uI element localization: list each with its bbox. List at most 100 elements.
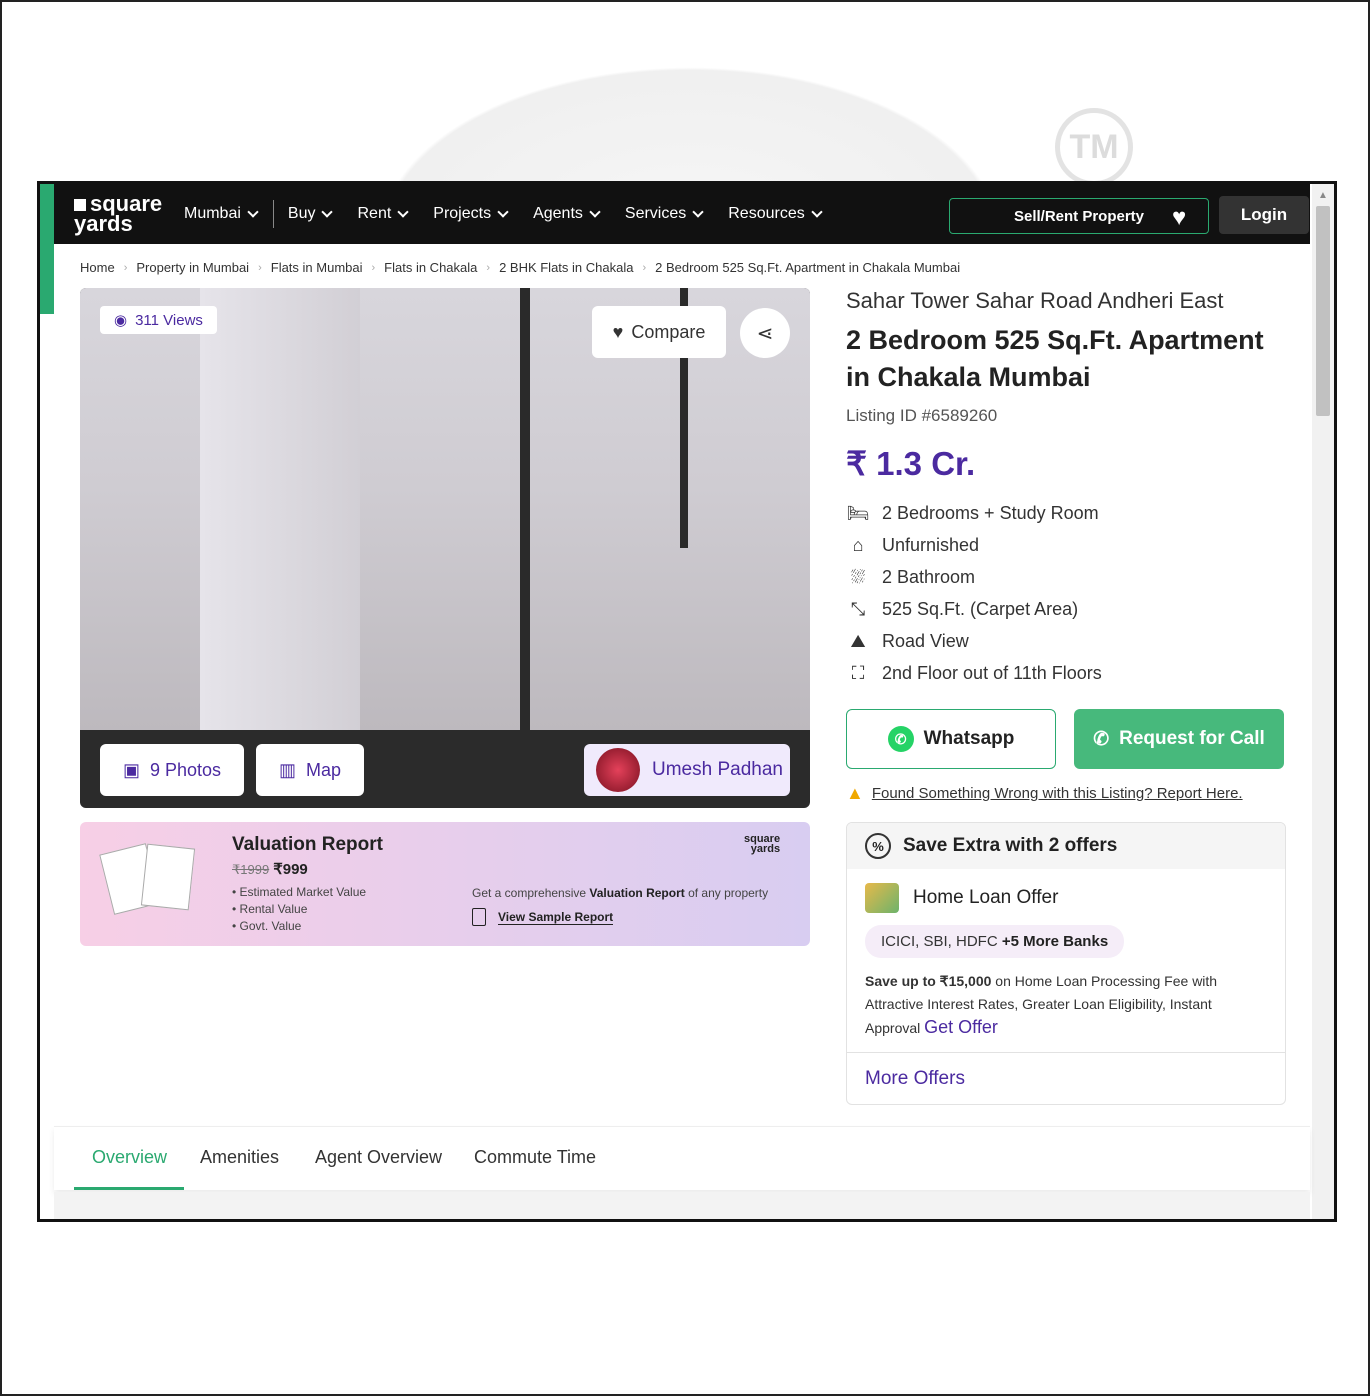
nav-resources[interactable]: Resources <box>728 205 823 223</box>
chevron-right-icon: › <box>258 261 262 274</box>
spec-view: ⛰ Road View <box>846 625 1292 657</box>
file-icon <box>472 908 486 926</box>
view-sample-report-link[interactable]: View Sample Report <box>472 908 614 926</box>
city-selector[interactable]: Mumbai <box>184 205 259 223</box>
views-badge: ◉ 311 Views <box>100 306 217 334</box>
valuation-report-banner[interactable]: Valuation Report ₹1999₹999 Estimated Mar… <box>80 822 810 946</box>
nav-rent[interactable]: Rent <box>357 205 409 223</box>
tab-agent-overview[interactable]: Agent Overview <box>315 1147 442 1168</box>
chevron-down-icon <box>589 206 601 218</box>
property-price: ₹ 1.3 Cr. <box>846 445 976 482</box>
discount-icon: % <box>865 833 891 859</box>
square-yards-mini-logo: square yards <box>744 833 781 855</box>
property-gallery[interactable]: ◉ 311 Views ♥ Compare ⋖ ▣ 9 Photos ▥ Map Ume… <box>80 288 810 808</box>
bathtub-icon: ⛆ <box>850 566 866 587</box>
map-button[interactable]: ▥ Map <box>256 744 364 796</box>
property-location: Sahar Tower Sahar Road Andheri East <box>846 288 1224 313</box>
photos-button[interactable]: ▣ 9 Photos <box>100 744 244 796</box>
photo-wall <box>200 288 360 730</box>
breadcrumb-current: 2 Bedroom 525 Sq.Ft. Apartment in Chakal… <box>655 260 961 275</box>
breadcrumb-property-in-mumbai[interactable]: Property in Mumbai <box>136 260 249 275</box>
chevron-down-icon <box>811 206 823 218</box>
valuation-title: Valuation Report <box>232 834 383 855</box>
sofa-icon: ⌂ <box>852 534 864 555</box>
chevron-down-icon <box>497 206 509 218</box>
nav-agents[interactable]: Agents <box>533 205 601 223</box>
money-icon <box>865 883 899 913</box>
offers-card: % Save Extra with 2 offers Home Loan Offe… <box>846 822 1286 1105</box>
tm-watermark: TM <box>1055 108 1133 186</box>
valuation-description: Get a comprehensive Valuation Report of … <box>472 886 769 900</box>
phone-icon: ✆ <box>1093 728 1110 750</box>
nav-projects[interactable]: Projects <box>433 205 509 223</box>
request-call-button[interactable]: ✆ Request for Call <box>1074 709 1284 769</box>
breadcrumb-home[interactable]: Home <box>80 260 115 275</box>
accent-bar <box>40 184 54 314</box>
warning-icon: ▲ <box>846 783 864 803</box>
offers-header: % Save Extra with 2 offers <box>847 823 1285 869</box>
banks-chip: ICICI, SBI, HDFC +5 More Banks <box>865 925 1125 958</box>
chevron-right-icon: › <box>642 261 647 274</box>
contact-actions: ✆ Whatsapp ✆ Request for Call <box>846 709 1292 769</box>
breadcrumb-flats-in-mumbai[interactable]: Flats in Mumbai <box>271 260 363 275</box>
spec-area: ⤡ 525 Sq.Ft. (Carpet Area) <box>846 593 1292 625</box>
report-documents-icon <box>99 842 196 915</box>
chevron-right-icon: › <box>486 261 491 274</box>
browser-screenshot: square yards Mumbai Buy Rent Projects Ag… <box>37 181 1337 1222</box>
spec-floor: ⛶ 2nd Floor out of 11th Floors <box>846 657 1292 689</box>
breadcrumb-flats-in-chakala[interactable]: Flats in Chakala <box>384 260 477 275</box>
spec-furnishing: ⌂ Unfurnished <box>846 529 1292 561</box>
valuation-price: ₹1999 ₹999 <box>232 861 308 878</box>
heart-icon[interactable]: ♥ <box>1172 204 1186 232</box>
view-icon: ⛰ <box>850 630 866 651</box>
tab-amenities[interactable]: Amenities <box>200 1147 279 1168</box>
listing-id: Listing ID #6589260 <box>846 406 998 425</box>
chevron-right-icon: › <box>123 261 128 274</box>
top-navbar: square yards Mumbai Buy Rent Projects Ag… <box>54 184 1310 244</box>
scroll-up-icon[interactable]: ▲ <box>1318 190 1328 201</box>
property-specs: 🛏 2 Bedrooms + Study Room ⌂ Unfurnished ⛆ 2… <box>846 497 1292 689</box>
photo-door-frame <box>520 288 530 730</box>
area-icon: ⤡ <box>850 598 866 619</box>
active-tab-indicator <box>74 1187 184 1190</box>
loan-title: Home Loan Offer <box>865 883 1267 913</box>
scrollbar[interactable]: ▲ <box>1312 184 1334 1219</box>
tab-overview[interactable]: Overview <box>92 1147 167 1168</box>
home-loan-offer: Home Loan Offer ICICI, SBI, HDFC +5 More… <box>847 869 1285 1052</box>
report-listing-link[interactable]: ▲ Found Something Wrong with this Listing… <box>846 783 1292 804</box>
valuation-points: Estimated Market Value Rental Value Govt… <box>232 884 367 935</box>
nav-buy[interactable]: Buy <box>288 205 334 223</box>
tab-commute-time[interactable]: Commute Time <box>474 1147 596 1168</box>
whatsapp-button[interactable]: ✆ Whatsapp <box>846 709 1056 769</box>
chevron-down-icon <box>692 206 704 218</box>
chevron-right-icon: › <box>371 261 376 274</box>
share-icon[interactable]: ⋖ <box>740 308 790 358</box>
chevron-down-icon <box>247 206 259 218</box>
avatar <box>596 748 640 792</box>
bed-icon: 🛏 <box>846 502 870 523</box>
content-below <box>54 1192 1310 1219</box>
compare-button[interactable]: ♥ Compare <box>592 306 726 358</box>
image-icon: ▣ <box>122 759 140 780</box>
login-button[interactable]: Login <box>1219 196 1309 234</box>
spec-bathroom: ⛆ 2 Bathroom <box>846 561 1292 593</box>
whatsapp-icon: ✆ <box>887 726 914 752</box>
chevron-down-icon <box>397 206 409 218</box>
breadcrumb-2bhk-flats[interactable]: 2 BHK Flats in Chakala <box>499 260 633 275</box>
sell-rent-property-button[interactable]: Sell/Rent Property <box>949 198 1209 234</box>
chevron-down-icon <box>321 206 334 218</box>
square-yards-logo[interactable]: square yards <box>54 193 184 235</box>
heart-icon: ♥ <box>612 321 624 342</box>
more-offers-link[interactable]: More Offers <box>847 1052 1285 1104</box>
agent-button[interactable]: Umesh Padhan <box>584 744 790 796</box>
property-title: 2 Bedroom 525 Sq.Ft. Apartment in Chakal… <box>846 325 1264 392</box>
map-icon: ▥ <box>278 759 296 780</box>
section-tabs: Overview Amenities Agent Overview Commut… <box>54 1126 1310 1190</box>
get-offer-link[interactable]: Get Offer <box>924 1017 998 1037</box>
floor-icon: ⛶ <box>851 662 865 683</box>
spec-bedrooms: 🛏 2 Bedrooms + Study Room <box>846 502 1099 523</box>
nav-services[interactable]: Services <box>625 205 704 223</box>
breadcrumb: Home › Property in Mumbai › Flats in Mumba… <box>80 260 960 275</box>
property-details: Sahar Tower Sahar Road Andheri East 2 Be… <box>846 288 1292 1105</box>
scrollbar-thumb[interactable] <box>1316 206 1330 416</box>
